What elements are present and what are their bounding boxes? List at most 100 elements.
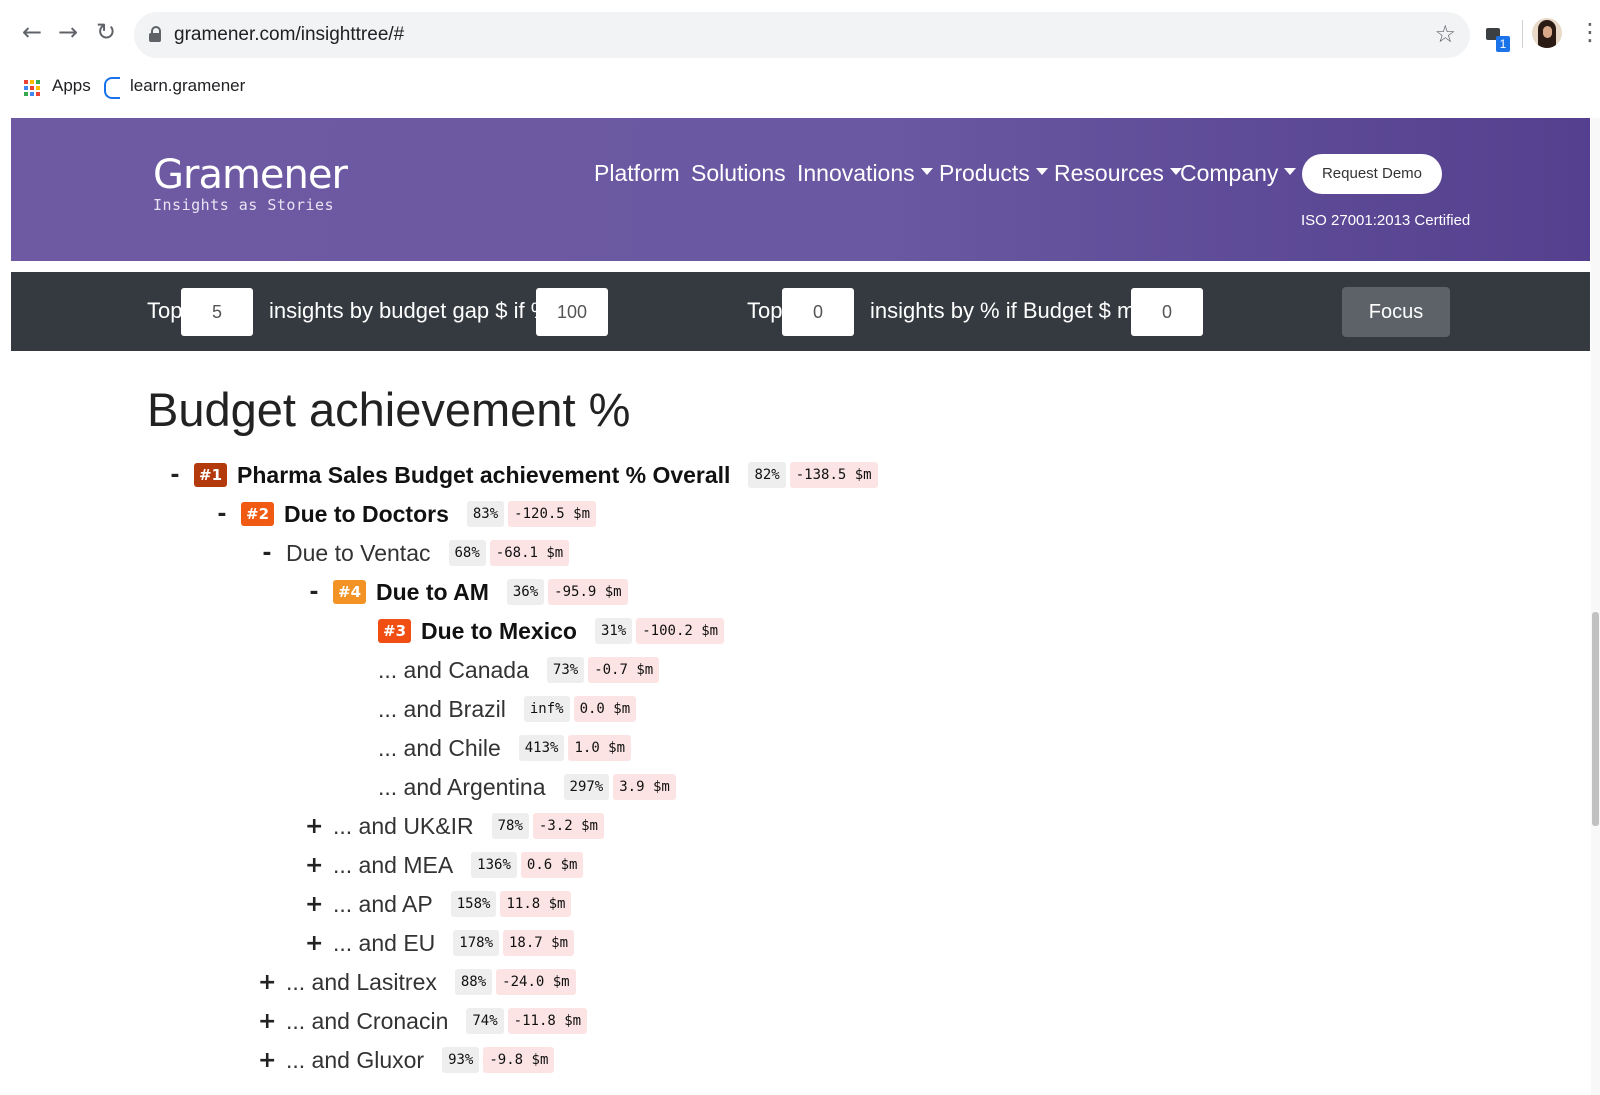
rank-badge: #1	[194, 463, 228, 487]
nav-resources[interactable]: Resources	[1054, 160, 1182, 187]
tree-row[interactable]: - #2 Due to Doctors 83% -120.5 $m	[213, 497, 597, 531]
tree-node-label[interactable]: ... and Cronacin	[286, 1008, 448, 1035]
tree-row[interactable]: + ... and Lasitrex 88% -24.0 $m	[258, 965, 576, 999]
expand-toggle[interactable]: +	[305, 931, 323, 956]
collapse-toggle[interactable]: -	[258, 541, 276, 566]
tree-row[interactable]: + ... and UK&IR 78% -3.2 $m	[305, 809, 604, 843]
tree-node-label[interactable]: ... and Argentina	[378, 774, 546, 801]
tree-node-label[interactable]: ... and UK&IR	[333, 813, 474, 840]
budget-gap-badge: 3.9 $m	[613, 774, 676, 800]
scrollbar-thumb[interactable]	[1592, 612, 1599, 826]
expand-toggle[interactable]: +	[305, 814, 323, 839]
tree-row[interactable]: #3 Due to Mexico 31% -100.2 $m	[350, 614, 725, 648]
achievement-pct-badge: 82%	[748, 462, 786, 488]
collapse-toggle[interactable]: -	[166, 463, 184, 488]
logo-tagline: Insights as Stories	[153, 196, 335, 214]
caret-down-icon	[920, 168, 933, 176]
achievement-pct-badge: inf%	[523, 696, 570, 722]
reload-icon[interactable]: ↻	[92, 18, 120, 46]
url-text[interactable]: gramener.com/insighttree/#	[174, 24, 404, 46]
rank-badge: #3	[378, 619, 412, 643]
menu-kebab-icon[interactable]: ⋮	[1578, 18, 1600, 46]
tree-node-label[interactable]: ... and Gluxor	[286, 1047, 424, 1074]
budget-gap-badge: -120.5 $m	[508, 501, 597, 527]
bookmark-learn-gramener[interactable]: learn.gramener	[130, 76, 245, 96]
tree-node-label[interactable]: ... and Canada	[378, 657, 529, 684]
top-label-1: Top	[147, 298, 183, 323]
back-arrow-icon[interactable]: ←	[18, 18, 46, 46]
pct-budget-label: insights by % if Budget $ mn >	[870, 298, 1167, 323]
tree-node-label[interactable]: Due to Ventac	[286, 540, 431, 567]
achievement-pct-badge: 88%	[454, 969, 493, 995]
top-insights-count-input[interactable]: 5	[181, 288, 253, 336]
tree-node-label[interactable]: ... and MEA	[333, 852, 453, 879]
achievement-pct-badge: 158%	[450, 891, 497, 917]
tree-node-label[interactable]: Due to Doctors	[284, 501, 449, 528]
expand-toggle[interactable]: +	[258, 970, 276, 995]
tree-node-label[interactable]: ... and EU	[333, 930, 435, 957]
budget-gap-badge: -9.8 $m	[483, 1047, 555, 1073]
pct-threshold-input[interactable]: 100	[536, 288, 608, 336]
tree-node-label[interactable]: ... and Chile	[378, 735, 501, 762]
tree-node-label[interactable]: Due to AM	[376, 579, 489, 606]
budget-gap-badge: -11.8 $m	[507, 1008, 588, 1034]
nav-solutions[interactable]: Solutions	[691, 160, 786, 187]
gramener-logo[interactable]: Gramener	[153, 152, 348, 198]
collapse-toggle[interactable]: -	[305, 580, 323, 605]
budget-gap-badge: -138.5 $m	[789, 462, 878, 488]
expand-toggle[interactable]: +	[258, 1048, 276, 1073]
achievement-pct-badge: 178%	[453, 930, 499, 956]
caret-down-icon	[1035, 168, 1048, 176]
expand-toggle[interactable]: +	[258, 1009, 276, 1034]
top-pct-insights-input[interactable]: 0	[782, 288, 854, 336]
tree-row[interactable]: - #1 Pharma Sales Budget achievement % Ove…	[166, 458, 878, 492]
bookmark-apps[interactable]: Apps	[52, 76, 91, 96]
budget-gap-badge: -24.0 $m	[496, 969, 576, 995]
request-demo-button[interactable]: Request Demo	[1302, 154, 1442, 194]
focus-mode-button[interactable]: Focus mode	[1342, 287, 1450, 373]
toolbar-divider	[1522, 20, 1523, 48]
tree-row[interactable]: + ... and MEA 136% 0.6 $m	[305, 848, 584, 882]
nav-products[interactable]: Products	[939, 160, 1048, 187]
tree-row[interactable]: ... and Argentina 297% 3.9 $m	[350, 770, 676, 804]
tree-row[interactable]: ... and Chile 413% 1.0 $m	[350, 731, 632, 765]
forward-arrow-icon[interactable]: →	[54, 18, 82, 46]
budget-gap-badge: -100.2 $m	[636, 618, 725, 644]
extension-icon[interactable]: 1	[1486, 24, 1510, 52]
expand-toggle[interactable]: +	[305, 892, 323, 917]
top-label-2: Top	[747, 298, 783, 323]
nav-company[interactable]: Company	[1180, 160, 1297, 187]
tree-row[interactable]: + ... and EU 178% 18.7 $m	[305, 926, 575, 960]
tree-node-label[interactable]: Due to Mexico	[421, 618, 577, 645]
tree-node-label[interactable]: ... and AP	[333, 891, 433, 918]
filter-bar: Top 5 insights by budget gap $ if % < 10…	[11, 272, 1590, 373]
tree-row[interactable]: - Due to Ventac 68% -68.1 $m	[258, 536, 570, 570]
browser-toolbar: ← → ↻ gramener.com/insighttree/# ☆ 1 ⋮	[0, 0, 1600, 62]
profile-avatar[interactable]	[1532, 18, 1562, 48]
tree-node-label[interactable]: ... and Brazil	[378, 696, 506, 723]
expand-toggle[interactable]: +	[305, 853, 323, 878]
tree-row[interactable]: ... and Brazil inf% 0.0 $m	[350, 692, 637, 726]
tree-row[interactable]: + ... and Gluxor 93% -9.8 $m	[258, 1043, 555, 1077]
address-bar[interactable]: gramener.com/insighttree/# ☆	[134, 12, 1470, 58]
nav-platform[interactable]: Platform	[594, 160, 680, 187]
bookmark-star-icon[interactable]: ☆	[1434, 20, 1456, 48]
iso-certification: ISO 27001:2013 Certified	[1301, 212, 1471, 229]
nav-innovations[interactable]: Innovations	[797, 160, 933, 187]
achievement-pct-badge: 74%	[466, 1008, 504, 1034]
apps-grid-icon[interactable]	[24, 80, 40, 96]
scrollbar-track[interactable]	[1591, 118, 1600, 1095]
tree-node-label[interactable]: ... and Lasitrex	[286, 969, 437, 996]
rank-badge: #4	[333, 580, 367, 604]
budget-threshold-input[interactable]: 0	[1131, 288, 1203, 336]
tree-row[interactable]: - #4 Due to AM 36% -95.9 $m	[305, 575, 628, 609]
tree-row[interactable]: + ... and Cronacin 74% -11.8 $m	[258, 1004, 588, 1038]
lock-icon	[149, 26, 161, 42]
budget-gap-badge: 11.8 $m	[500, 891, 572, 917]
achievement-pct-badge: 78%	[491, 813, 529, 839]
site-header: Gramener Insights as Stories Platform So…	[11, 118, 1590, 261]
tree-row[interactable]: ... and Canada 73% -0.7 $m	[350, 653, 660, 687]
tree-node-label[interactable]: Pharma Sales Budget achievement % Overal…	[237, 462, 730, 489]
collapse-toggle[interactable]: -	[213, 502, 231, 527]
tree-row[interactable]: + ... and AP 158% 11.8 $m	[305, 887, 572, 921]
